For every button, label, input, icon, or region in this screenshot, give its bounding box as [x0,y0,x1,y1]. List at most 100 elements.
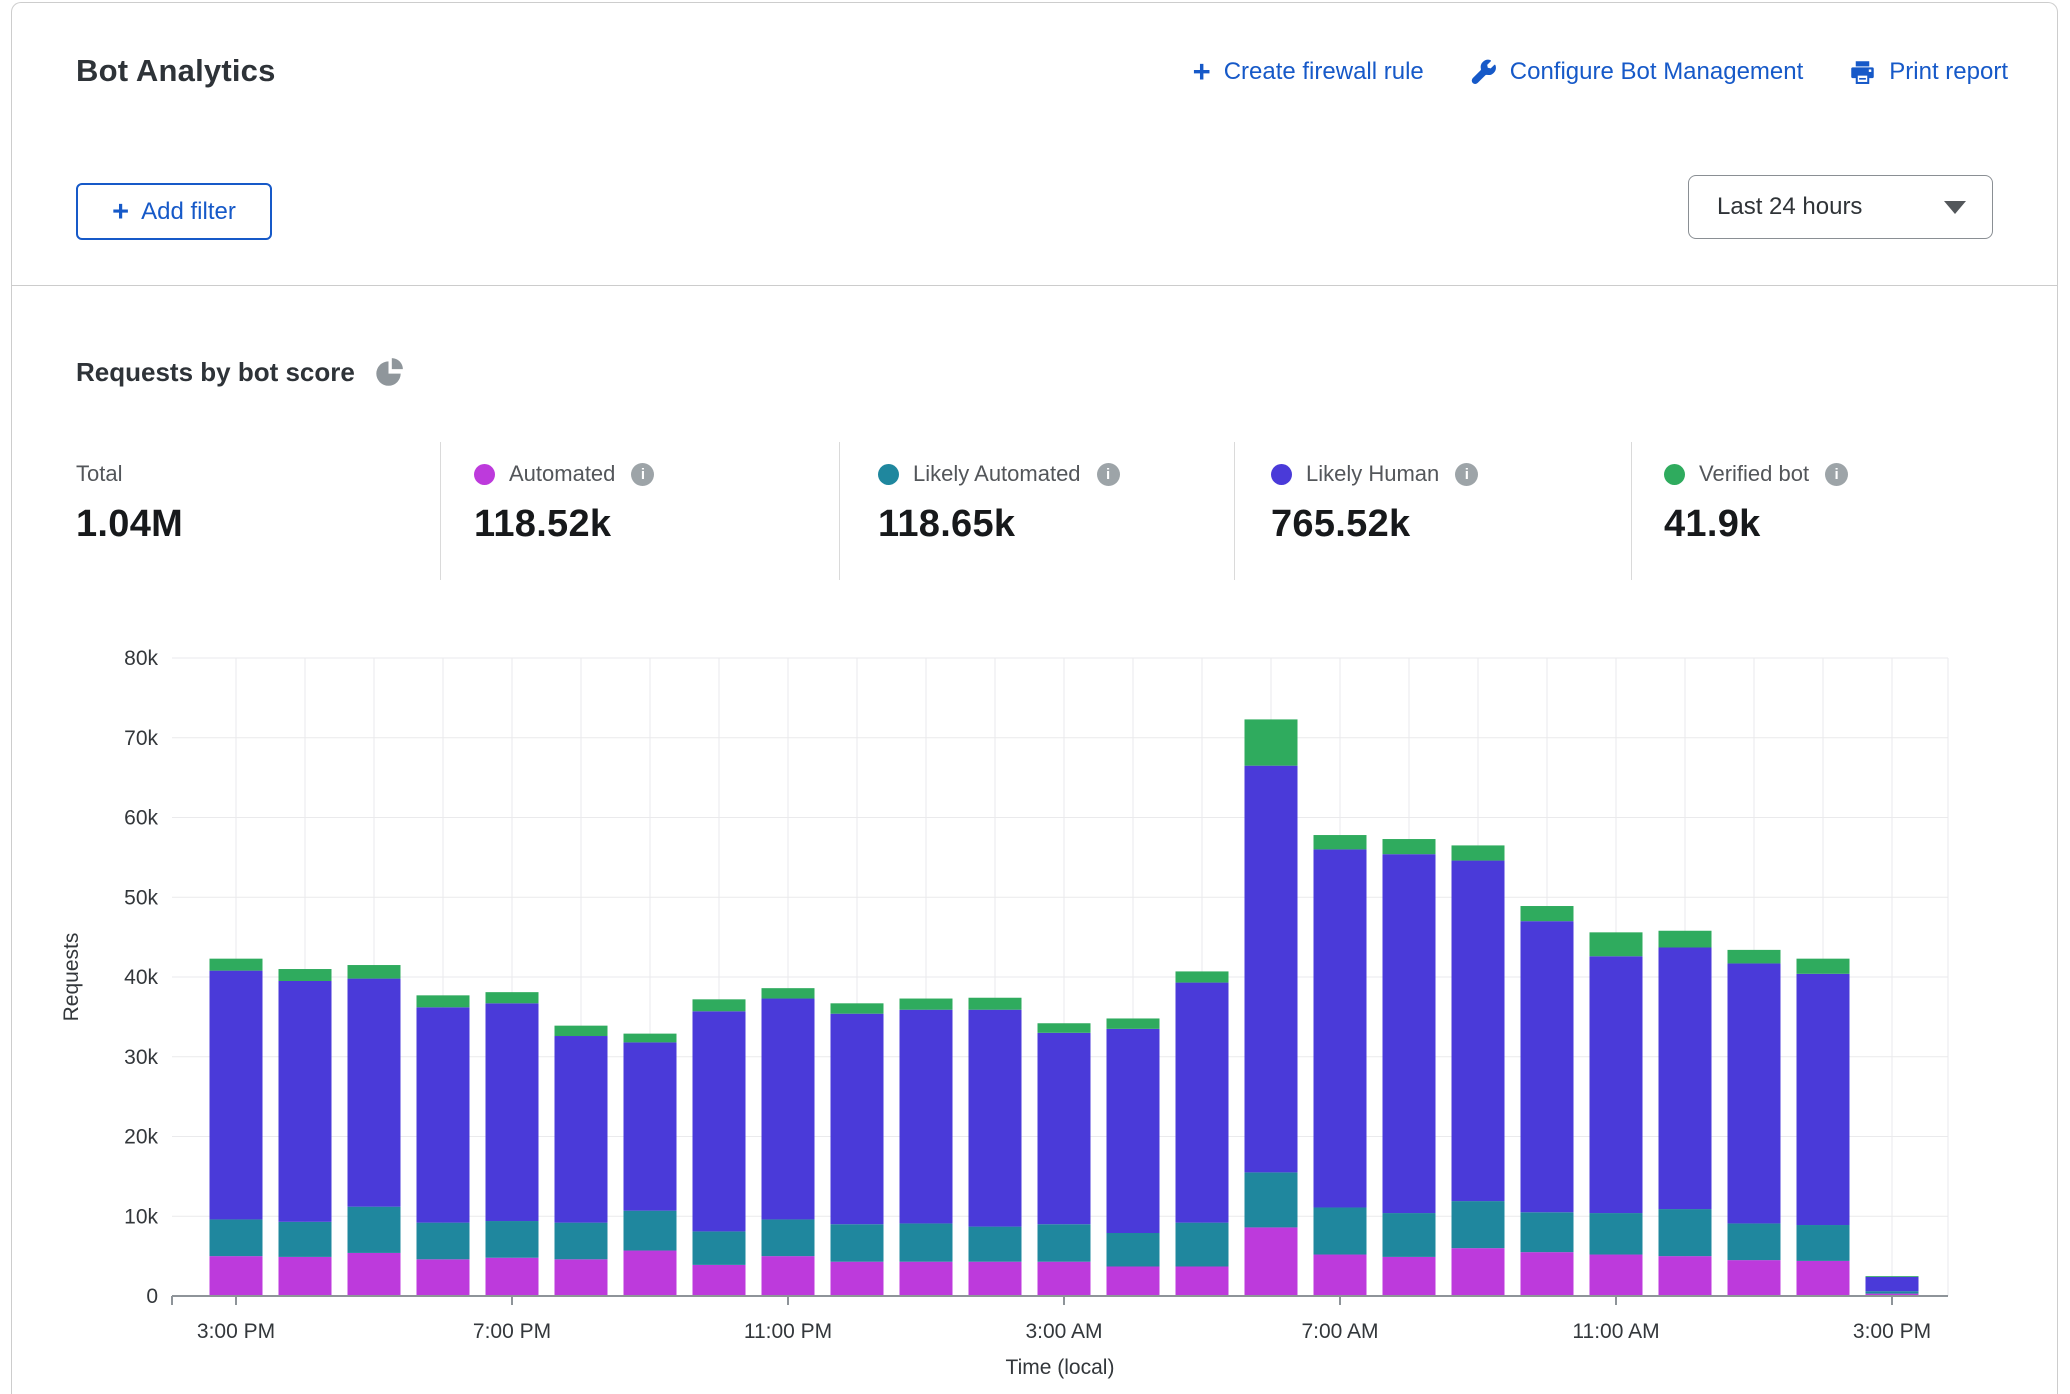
bar-segment-automated[interactable] [900,1262,953,1296]
bar-segment-likely-automated[interactable] [831,1224,884,1261]
add-filter-button[interactable]: + Add filter [76,183,272,240]
bar-segment-likely-human[interactable] [210,971,263,1220]
bar-segment-likely-human[interactable] [555,1036,608,1223]
bar-segment-verified-bot[interactable] [1107,1018,1160,1028]
bar-segment-verified-bot[interactable] [486,992,539,1003]
bar-segment-automated[interactable] [762,1256,815,1296]
bar-segment-likely-human[interactable] [831,1014,884,1225]
bar-segment-likely-human[interactable] [1728,963,1781,1223]
bar-segment-verified-bot[interactable] [1314,835,1367,849]
bar-segment-automated[interactable] [210,1256,263,1296]
bar-segment-verified-bot[interactable] [1866,1276,1919,1277]
bar-segment-automated[interactable] [417,1259,470,1296]
bar-segment-likely-automated[interactable] [693,1231,746,1264]
bar-segment-likely-automated[interactable] [1521,1212,1574,1252]
bar-segment-likely-human[interactable] [693,1011,746,1231]
bar-segment-likely-human[interactable] [1797,974,1850,1225]
bar-segment-automated[interactable] [693,1265,746,1296]
bar-segment-automated[interactable] [1590,1255,1643,1296]
bar-segment-likely-automated[interactable] [969,1227,1022,1262]
bar-segment-likely-automated[interactable] [1245,1172,1298,1227]
bar-segment-likely-automated[interactable] [210,1219,263,1256]
bar-segment-likely-automated[interactable] [1314,1207,1367,1254]
bar-segment-automated[interactable] [1245,1227,1298,1296]
bar-segment-likely-human[interactable] [969,1010,1022,1227]
bar-segment-automated[interactable] [1314,1255,1367,1296]
bar-segment-automated[interactable] [624,1251,677,1296]
bar-segment-likely-automated[interactable] [555,1223,608,1260]
bar-segment-likely-human[interactable] [1866,1277,1919,1291]
info-icon[interactable]: i [1825,463,1848,486]
bar-segment-verified-bot[interactable] [279,969,332,981]
bar-segment-verified-bot[interactable] [210,959,263,971]
bar-segment-likely-human[interactable] [1314,849,1367,1207]
bar-segment-likely-human[interactable] [1659,947,1712,1209]
bar-segment-likely-automated[interactable] [1797,1225,1850,1261]
bar-segment-automated[interactable] [1797,1261,1850,1296]
bar-segment-verified-bot[interactable] [693,999,746,1011]
bar-segment-likely-human[interactable] [348,979,401,1207]
bar-segment-automated[interactable] [1038,1262,1091,1296]
bar-segment-automated[interactable] [1659,1256,1712,1296]
bar-segment-likely-human[interactable] [900,1010,953,1224]
bar-segment-verified-bot[interactable] [1452,845,1505,860]
bar-segment-likely-automated[interactable] [1176,1223,1229,1267]
bar-segment-automated[interactable] [486,1258,539,1296]
bar-segment-likely-automated[interactable] [1452,1201,1505,1248]
create-firewall-rule-link[interactable]: + Create firewall rule [1193,58,1424,86]
bar-segment-likely-human[interactable] [1590,956,1643,1213]
bar-segment-likely-human[interactable] [279,981,332,1222]
bar-segment-likely-human[interactable] [1107,1029,1160,1233]
bar-segment-likely-automated[interactable] [762,1219,815,1256]
bar-segment-likely-automated[interactable] [486,1221,539,1258]
time-range-select[interactable]: Last 24 hours [1688,175,1993,239]
bar-segment-likely-human[interactable] [1521,921,1574,1212]
bar-segment-automated[interactable] [1452,1248,1505,1296]
bar-segment-verified-bot[interactable] [1176,971,1229,982]
bar-segment-automated[interactable] [348,1253,401,1296]
bar-segment-likely-human[interactable] [1038,1033,1091,1224]
bar-segment-likely-automated[interactable] [1590,1213,1643,1254]
bar-segment-verified-bot[interactable] [1521,906,1574,921]
bar-segment-verified-bot[interactable] [1728,950,1781,964]
bar-segment-likely-human[interactable] [486,1003,539,1221]
print-report-link[interactable]: Print report [1849,58,2008,86]
bar-segment-likely-human[interactable] [762,999,815,1220]
bar-segment-automated[interactable] [1107,1266,1160,1296]
bar-segment-likely-human[interactable] [1452,861,1505,1202]
bar-segment-automated[interactable] [969,1262,1022,1296]
bar-segment-likely-human[interactable] [417,1007,470,1222]
bar-segment-verified-bot[interactable] [1383,839,1436,854]
bar-segment-likely-automated[interactable] [624,1211,677,1251]
bar-segment-verified-bot[interactable] [969,998,1022,1010]
info-icon[interactable]: i [631,463,654,486]
bar-segment-verified-bot[interactable] [1245,719,1298,765]
bar-segment-automated[interactable] [1866,1294,1919,1296]
bar-segment-verified-bot[interactable] [762,988,815,998]
bar-segment-likely-automated[interactable] [900,1223,953,1261]
bar-segment-likely-automated[interactable] [1107,1233,1160,1266]
bar-segment-verified-bot[interactable] [555,1026,608,1036]
bar-segment-likely-human[interactable] [624,1042,677,1210]
bar-segment-automated[interactable] [1383,1257,1436,1296]
bar-segment-likely-automated[interactable] [1728,1223,1781,1260]
bar-segment-likely-automated[interactable] [348,1207,401,1253]
bar-segment-verified-bot[interactable] [417,995,470,1007]
bar-segment-verified-bot[interactable] [348,965,401,979]
bar-segment-likely-human[interactable] [1383,854,1436,1213]
bar-segment-automated[interactable] [555,1259,608,1296]
bar-segment-likely-automated[interactable] [1659,1209,1712,1256]
bar-segment-verified-bot[interactable] [900,999,953,1010]
bar-segment-automated[interactable] [831,1262,884,1296]
bar-segment-likely-automated[interactable] [417,1223,470,1260]
bar-segment-automated[interactable] [1176,1266,1229,1296]
bar-segment-likely-automated[interactable] [1038,1224,1091,1261]
info-icon[interactable]: i [1455,463,1478,486]
bar-segment-verified-bot[interactable] [831,1003,884,1013]
bar-segment-automated[interactable] [1728,1260,1781,1296]
info-icon[interactable]: i [1097,463,1120,486]
bar-segment-verified-bot[interactable] [1590,932,1643,956]
bar-segment-verified-bot[interactable] [1659,931,1712,948]
bar-segment-automated[interactable] [279,1257,332,1296]
bar-segment-likely-human[interactable] [1176,983,1229,1223]
